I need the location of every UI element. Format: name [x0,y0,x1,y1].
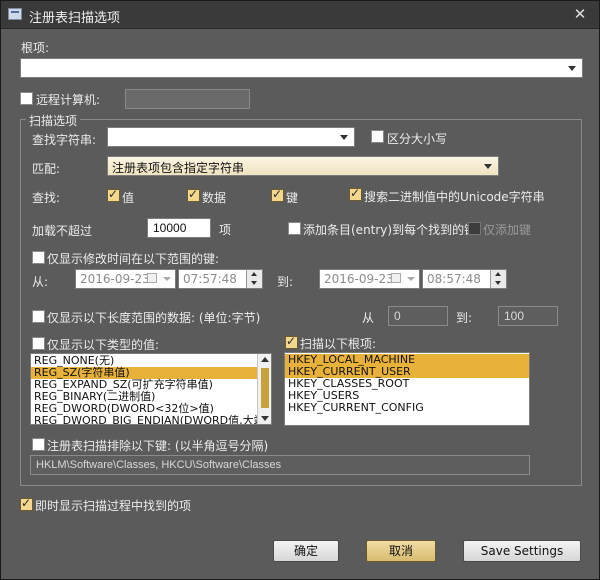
modified-from-time-value: 07:57:48 [183,272,237,286]
root-label: 根项: [21,41,50,55]
add-entry-label: 添加条目(entry)到每个找到的键 [303,223,477,237]
modified-to-time[interactable]: 08:57:48 [422,269,507,289]
data-length-from-label: 从 [362,311,375,325]
root-keys-checkbox[interactable] [285,334,298,349]
modified-from-date-value: 2016-09-23 [80,272,150,286]
time-spinner[interactable] [490,270,506,288]
calendar-icon [147,273,157,283]
exclude-input[interactable] [30,455,530,475]
search-values-checkbox[interactable] [107,187,120,202]
modified-to-time-value: 08:57:48 [427,272,481,286]
search-unicode-label: 搜索二进制值中的Unicode字符串 [364,190,545,204]
match-label: 匹配: [32,162,61,176]
modified-to-date-value: 2016-09-23 [324,272,394,286]
remote-computer-input[interactable] [125,89,250,109]
modified-time-label: 仅显示修改时间在以下范围的键: [47,252,220,266]
root-combo[interactable] [20,58,583,78]
modified-from-label: 从: [32,275,49,289]
value-types-label: 仅显示以下类型的值: [47,338,160,352]
show-found-label: 即时显示扫描过程中找到的项 [35,499,192,513]
case-sensitive-checkbox[interactable] [371,130,384,143]
add-entry-checkbox[interactable] [288,222,301,235]
chevron-down-icon[interactable] [336,129,352,145]
list-item[interactable]: REG_DWORD_BIG_ENDIAN(DWORD值,大端) [31,415,271,425]
search-values-label: 值 [122,191,135,205]
modified-to-label: 到: [277,275,294,289]
modified-to-date[interactable]: 2016-09-23 [319,269,420,289]
search-data-checkbox[interactable] [187,187,200,202]
scroll-up-icon[interactable] [261,357,269,362]
chevron-down-icon[interactable] [407,277,415,281]
time-spinner[interactable] [246,270,262,288]
find-string-combo[interactable] [107,127,355,147]
spin-down-icon[interactable] [247,279,262,288]
match-value: 注册表项包含指定字符串 [112,161,245,175]
case-sensitive-label: 区分大小写 [387,132,448,146]
show-found-checkbox[interactable] [20,496,33,511]
add-keys-only-checkbox[interactable] [468,222,481,235]
exclude-label: 注册表扫描排除以下键: (以半角逗号分隔) [47,439,269,453]
remote-label: 远程计算机: [36,93,101,107]
value-types-list[interactable]: REG_NONE(无) REG_SZ(字符串值) REG_EXPAND_SZ(可… [30,353,272,425]
data-length-checkbox[interactable] [32,310,45,323]
list-item[interactable]: HKEY_CURRENT_CONFIG [285,402,529,414]
chevron-down-icon[interactable] [163,277,171,281]
save-settings-button[interactable]: Save Settings [463,540,581,562]
scroll-down-icon[interactable] [261,416,269,421]
search-keys-label: 键 [286,191,299,205]
value-types-scrollbar[interactable] [257,354,271,424]
cancel-button[interactable]: 取消 [366,540,436,562]
remote-checkbox[interactable] [20,92,33,105]
root-keys-list[interactable]: HKEY_LOCAL_MACHINE HKEY_CURRENT_USER HKE… [284,352,530,426]
search-keys-checkbox[interactable] [271,187,284,202]
load-limit-input[interactable] [147,218,211,238]
close-icon[interactable]: ✕ [571,5,589,23]
data-length-label: 仅显示以下长度范围的数据: (单位:字节) [47,311,261,325]
value-types-checkbox[interactable] [32,337,45,350]
data-length-to-input[interactable] [498,306,558,326]
scroll-thumb[interactable] [261,368,269,408]
spin-up-icon[interactable] [491,270,506,279]
exclude-checkbox[interactable] [32,438,45,451]
scan-options-label: 扫描选项 [26,112,81,129]
search-label: 查找: [32,191,61,205]
data-length-from-input[interactable] [388,306,448,326]
window-title: 注册表扫描选项 [29,11,121,26]
data-length-to-label: 到: [456,311,473,325]
modified-from-date[interactable]: 2016-09-23 [75,269,176,289]
app-icon [8,8,22,20]
chevron-down-icon[interactable] [480,158,496,174]
modified-from-time[interactable]: 07:57:48 [178,269,263,289]
modified-time-checkbox[interactable] [32,251,45,264]
find-string-label: 查找字符串: [32,133,97,147]
chevron-down-icon[interactable] [564,60,580,76]
ok-button[interactable]: 确定 [273,540,339,562]
calendar-icon [391,273,401,283]
search-data-label: 数据 [202,191,227,205]
spin-up-icon[interactable] [247,270,262,279]
load-limit-label: 加载不超过 [32,224,93,238]
registry-scan-options-dialog: 注册表扫描选项 ✕ 根项: 远程计算机: 扫描选项 查找字符串: 区分大小写 匹… [0,0,600,580]
match-combo[interactable]: 注册表项包含指定字符串 [107,156,499,176]
title-bar: 注册表扫描选项 ✕ [1,1,599,29]
root-keys-label: 扫描以下根项: [300,337,377,351]
search-unicode-checkbox[interactable] [349,186,362,201]
spin-down-icon[interactable] [491,279,506,288]
load-limit-unit: 项 [219,223,232,237]
add-keys-only-label: 仅添加键 [483,223,532,237]
